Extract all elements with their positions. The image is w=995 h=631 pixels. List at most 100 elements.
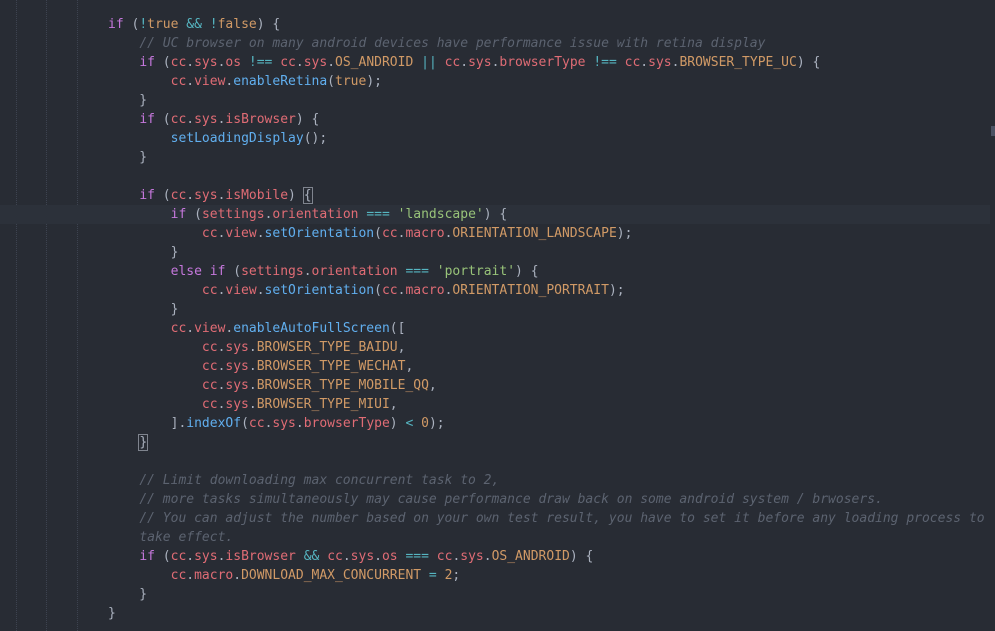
punctuation-token: . (186, 55, 195, 70)
code-line[interactable]: cc.view.setOrientation(cc.macro.ORIENTAT… (0, 281, 990, 300)
code-line[interactable]: cc.sys.BROWSER_TYPE_MIUI, (0, 395, 990, 414)
code-line[interactable]: if (cc.sys.isMobile) { (0, 186, 990, 205)
code-line[interactable]: cc.view.enableRetina(true); (0, 72, 990, 91)
punctuation-token: ) { (295, 112, 320, 127)
punctuation-token (108, 530, 139, 545)
punctuation-token (108, 378, 202, 393)
code-line[interactable]: } (0, 243, 990, 262)
code-line[interactable]: if (cc.sys.isBrowser) { (0, 110, 990, 129)
punctuation-token: ( (154, 55, 171, 70)
code-line-text: cc.sys.BROWSER_TYPE_BAIDU, (108, 338, 406, 357)
code-line[interactable]: setLoadingDisplay(); (0, 129, 990, 148)
code-line-text: if (cc.sys.os !== cc.sys.OS_ANDROID || c… (108, 53, 820, 72)
function-token: enableAutoFullScreen (233, 321, 390, 336)
code-line[interactable]: // You can adjust the number based on yo… (0, 509, 990, 528)
code-line[interactable]: if (cc.sys.os !== cc.sys.OS_ANDROID || c… (0, 53, 990, 72)
code-line[interactable] (0, 167, 990, 186)
code-line-text: cc.macro.DOWNLOAD_MAX_CONCURRENT = 2; (108, 566, 461, 585)
punctuation-token (413, 55, 421, 70)
punctuation-token (108, 568, 171, 583)
code-line[interactable]: cc.macro.DOWNLOAD_MAX_CONCURRENT = 2; (0, 566, 990, 585)
identifier-token: cc (170, 55, 187, 70)
punctuation-token: , (428, 378, 437, 393)
punctuation-token (429, 549, 437, 564)
code-line-text: cc.view.enableRetina(true); (108, 72, 382, 91)
code-line[interactable]: } (0, 604, 990, 623)
punctuation-token (319, 549, 327, 564)
literal-token: BROWSER_TYPE_BAIDU (256, 340, 398, 355)
code-line[interactable]: if (!true && !false) { (0, 15, 990, 34)
punctuation-token: ) (288, 188, 304, 203)
code-line-text: if (cc.sys.isBrowser) { (108, 110, 319, 129)
identifier-token: cc (444, 55, 461, 70)
code-line[interactable]: else if (settings.orientation === 'portr… (0, 262, 990, 281)
identifier-token: view (194, 74, 226, 89)
punctuation-token: . (186, 112, 195, 127)
code-line-text: // Limit downloading max concurrent task… (108, 471, 499, 490)
keyword-token: if (139, 188, 155, 203)
punctuation-token: . (248, 359, 257, 374)
code-line[interactable]: ].indexOf(cc.sys.browserType) < 0); (0, 414, 990, 433)
punctuation-token: . (640, 55, 649, 70)
punctuation-token (296, 549, 304, 564)
punctuation-token: , (389, 397, 398, 412)
punctuation-token: ); (366, 74, 382, 89)
code-line[interactable]: if (cc.sys.isBrowser && cc.sys.os === cc… (0, 547, 990, 566)
identifier-token: sys (272, 416, 296, 431)
code-line[interactable] (0, 452, 990, 471)
code-line[interactable]: } (0, 300, 990, 319)
operator-token: ! (209, 17, 218, 32)
punctuation-token: ([ (389, 321, 406, 336)
code-line[interactable]: cc.sys.BROWSER_TYPE_BAIDU, (0, 338, 990, 357)
punctuation-token: (); (303, 131, 328, 146)
identifier-token: isBrowser (225, 549, 296, 564)
code-line[interactable]: if (settings.orientation === 'landscape'… (0, 205, 990, 224)
punctuation-token (202, 17, 210, 32)
identifier-token: settings (201, 207, 265, 222)
code-editor[interactable]: if (!true && !false) { // UC browser on … (0, 0, 995, 631)
punctuation-token (421, 568, 429, 583)
code-line-text: } (108, 585, 147, 604)
punctuation-token (108, 492, 139, 507)
code-line[interactable]: cc.sys.BROWSER_TYPE_WECHAT, (0, 357, 990, 376)
identifier-token: sys (468, 55, 492, 70)
keyword-token: if (139, 112, 155, 127)
literal-token: OS_ANDROID (491, 549, 570, 564)
code-line-text: cc.sys.BROWSER_TYPE_MOBILE_QQ, (108, 376, 437, 395)
code-line[interactable]: cc.sys.BROWSER_TYPE_MOBILE_QQ, (0, 376, 990, 395)
punctuation-token: , (405, 359, 414, 374)
punctuation-token (108, 264, 171, 279)
code-line[interactable]: // more tasks simultaneously may cause p… (0, 490, 990, 509)
identifier-token: cc (201, 359, 218, 374)
punctuation-token: ( (154, 112, 171, 127)
identifier-token: sys (194, 188, 218, 203)
code-line[interactable]: cc.view.setOrientation(cc.macro.ORIENTAT… (0, 224, 990, 243)
code-line[interactable]: // Limit downloading max concurrent task… (0, 471, 990, 490)
identifier-token: cc (170, 74, 187, 89)
punctuation-token: ( (225, 264, 242, 279)
literal-token: BROWSER_TYPE_MIUI (256, 397, 390, 412)
operator-token: || (421, 55, 437, 70)
scrollbar-marker[interactable] (991, 126, 995, 136)
identifier-token: macro (405, 226, 445, 241)
operator-token: && (186, 17, 202, 32)
identifier-token: sys (225, 397, 249, 412)
string-token: 'portrait' (436, 264, 516, 279)
identifier-token: orientation (311, 264, 398, 279)
code-line[interactable]: } (0, 91, 990, 110)
code-line[interactable]: take effect. (0, 528, 990, 547)
identifier-token: sys (194, 112, 218, 127)
code-line[interactable]: cc.view.enableAutoFullScreen([ (0, 319, 990, 338)
identifier-token: cc (170, 321, 187, 336)
code-line[interactable]: } (0, 433, 990, 452)
punctuation-token: . (248, 340, 257, 355)
function-token: indexOf (186, 416, 242, 431)
code-line[interactable]: // UC browser on many android devices ha… (0, 34, 990, 53)
punctuation-token (390, 207, 398, 222)
code-line[interactable]: } (0, 585, 990, 604)
punctuation-token (108, 321, 171, 336)
punctuation-token: . (327, 55, 336, 70)
code-line[interactable]: } (0, 148, 990, 167)
code-line-text: // UC browser on many android devices ha… (108, 34, 765, 53)
bracket-match-token: } (138, 434, 149, 451)
